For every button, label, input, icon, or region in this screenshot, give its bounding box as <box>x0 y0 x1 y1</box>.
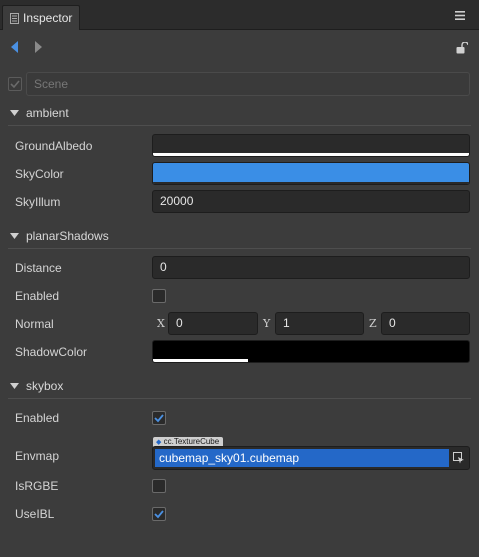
menu-icon[interactable] <box>455 11 465 20</box>
panel-titlebar: Inspector <box>0 0 479 30</box>
prop-label-enabled: Enabled <box>15 411 60 425</box>
divider <box>8 125 471 126</box>
chevron-down-icon <box>10 110 19 116</box>
prop-label-useibl: UseIBL <box>15 507 55 521</box>
prop-label-enabled: Enabled <box>15 289 60 303</box>
prop-label-distance: Distance <box>15 261 62 275</box>
chevron-down-icon <box>10 383 19 389</box>
prop-label-skycolor: SkyColor <box>15 167 64 181</box>
divider <box>8 248 471 249</box>
tab-label: Inspector <box>23 11 73 25</box>
envmap-asset-field[interactable]: cubemap_sky01.cubemap <box>152 446 470 470</box>
unlock-icon[interactable] <box>456 42 468 54</box>
alpha-bar <box>153 182 469 184</box>
skycolor-color-swatch[interactable] <box>152 162 470 185</box>
section-label: ambient <box>26 106 69 120</box>
forward-arrow-icon[interactable] <box>34 40 44 54</box>
section-label: planarShadows <box>26 229 109 243</box>
section-label: skybox <box>26 379 64 393</box>
skyillum-input[interactable]: 20000 <box>152 190 470 213</box>
normal-y-input[interactable]: 1 <box>275 312 364 335</box>
planarshadows-enabled-checkbox[interactable] <box>152 289 166 303</box>
envmap-asset-value[interactable]: cubemap_sky01.cubemap <box>155 449 449 467</box>
normal-z-label: Z <box>369 317 377 330</box>
divider <box>8 398 471 399</box>
section-ambient[interactable]: ambient <box>0 100 479 126</box>
check-icon <box>154 510 164 519</box>
alpha-bar <box>153 359 248 362</box>
back-arrow-icon[interactable] <box>9 40 19 54</box>
eyedropper-icon[interactable] <box>453 452 465 464</box>
section-planarshadows[interactable]: planarShadows <box>0 223 479 249</box>
groundalbedo-color-swatch[interactable] <box>152 134 470 157</box>
normal-z-input[interactable]: 0 <box>381 312 470 335</box>
section-skybox[interactable]: skybox <box>0 373 479 399</box>
node-name-field[interactable]: Scene <box>26 72 470 96</box>
prop-label-shadowcolor: ShadowColor <box>15 345 88 359</box>
shadowcolor-color-swatch[interactable] <box>152 340 470 363</box>
prop-label-groundalbedo: GroundAlbedo <box>15 139 93 153</box>
check-icon <box>10 80 20 89</box>
useibl-checkbox[interactable] <box>152 507 166 521</box>
node-header: Scene <box>6 72 470 96</box>
prop-label-skyillum: SkyIllum <box>15 195 61 209</box>
asset-type-label: cc.TextureCube <box>163 437 220 446</box>
normal-y-label: Y <box>263 317 271 330</box>
distance-input[interactable]: 0 <box>152 256 470 279</box>
inspector-icon <box>10 13 19 24</box>
isrgbe-checkbox[interactable] <box>152 479 166 493</box>
prop-label-normal: Normal <box>15 317 54 331</box>
normal-x-input[interactable]: 0 <box>168 312 258 335</box>
chevron-down-icon <box>10 233 19 239</box>
asset-type-dot-icon: ◆ <box>156 439 162 446</box>
tab-inspector[interactable]: Inspector <box>2 5 80 30</box>
prop-label-isrgbe: IsRGBE <box>15 479 59 493</box>
prop-label-envmap: Envmap <box>15 449 60 463</box>
skybox-enabled-checkbox[interactable] <box>152 411 166 425</box>
node-enabled-checkbox[interactable] <box>8 77 22 91</box>
normal-x-label: X <box>157 317 165 330</box>
check-icon <box>154 414 164 423</box>
alpha-bar <box>153 153 469 156</box>
